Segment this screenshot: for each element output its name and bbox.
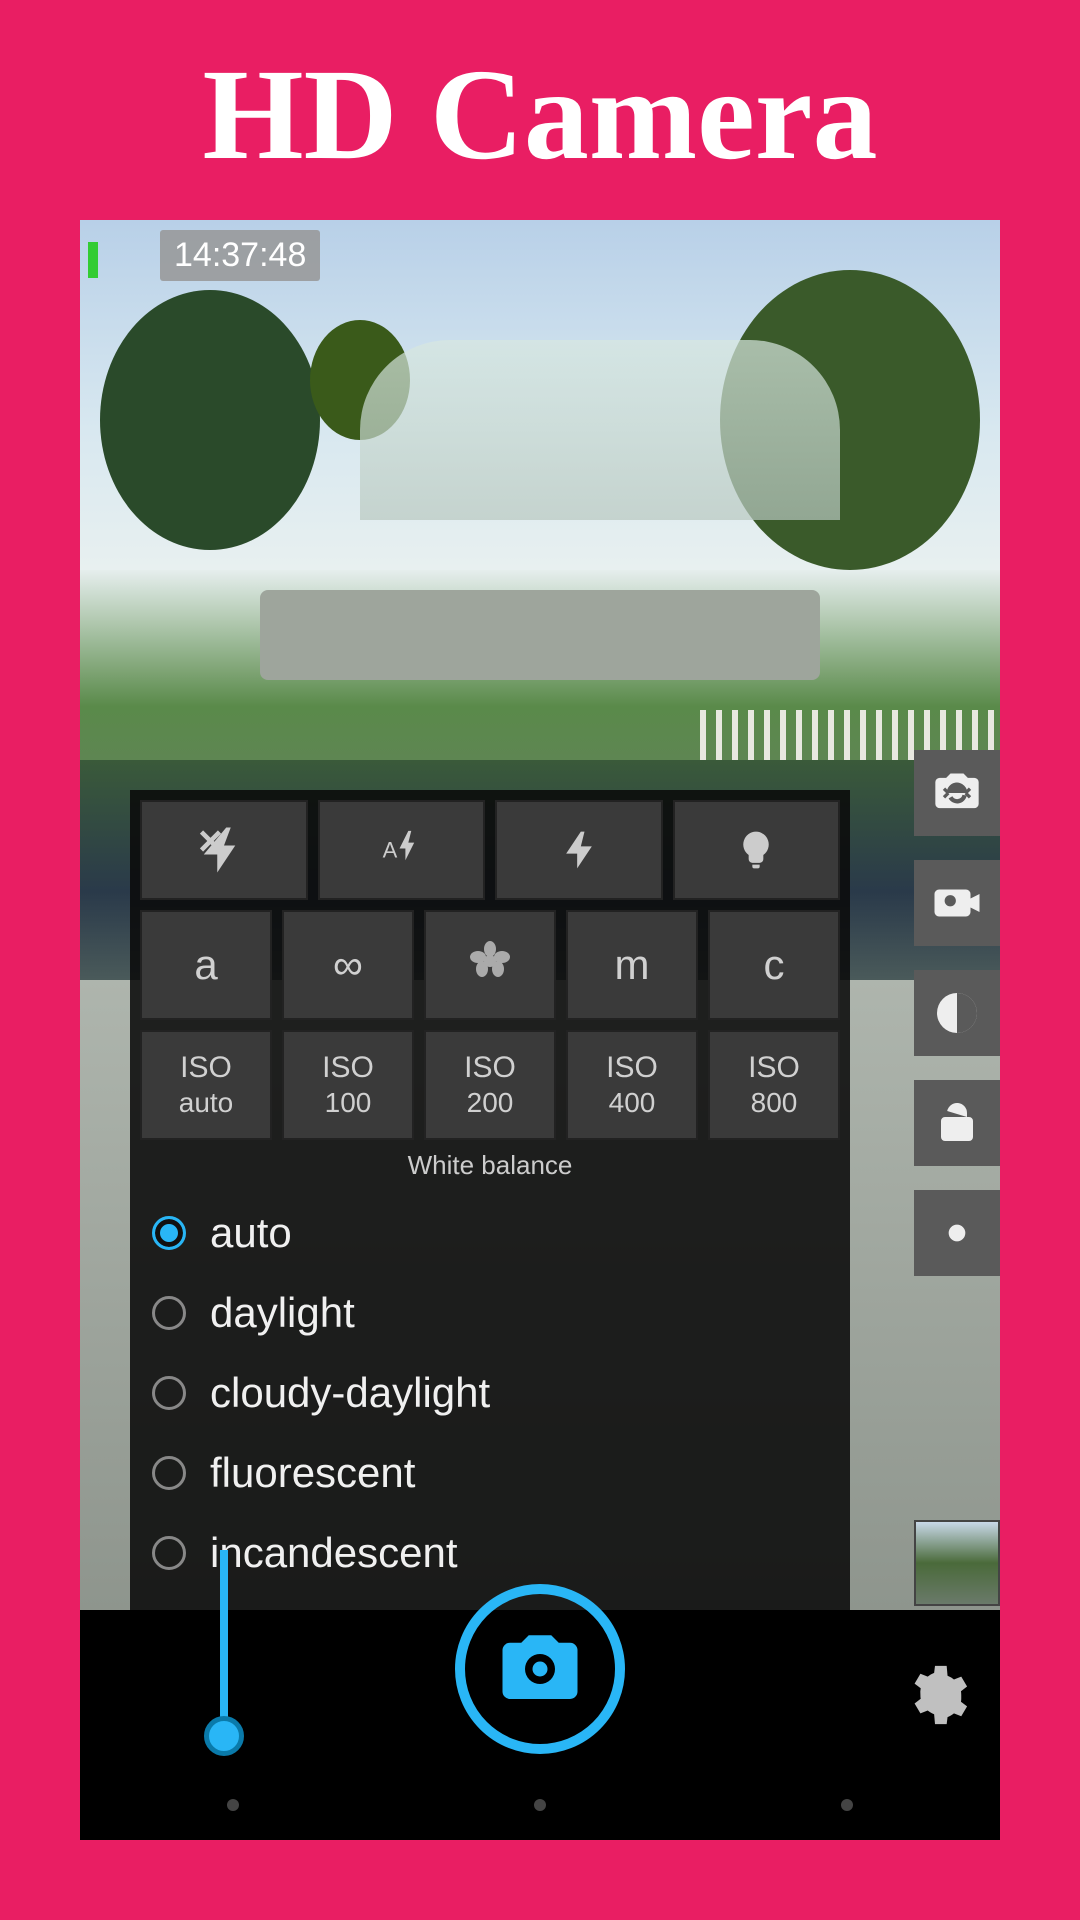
bottom-bar — [80, 1610, 1000, 1840]
side-toolbar — [914, 750, 1000, 1276]
timer-display: 14:37:48 — [160, 230, 320, 281]
iso-auto-button[interactable]: ISOauto — [140, 1030, 272, 1140]
flower-icon — [466, 941, 514, 989]
level-indicator — [88, 242, 98, 278]
lock-button[interactable] — [914, 1080, 1000, 1166]
unlock-icon — [933, 1099, 981, 1147]
focus-macro-button[interactable] — [424, 910, 556, 1020]
settings-button[interactable] — [900, 1660, 970, 1730]
flash-on-icon — [557, 828, 601, 872]
switch-camera-button[interactable] — [914, 750, 1000, 836]
bulb-icon — [734, 828, 778, 872]
flash-off-icon — [197, 823, 251, 877]
wb-option-daylight[interactable]: daylight — [152, 1273, 840, 1353]
flash-auto-icon: A — [379, 828, 423, 872]
svg-text:A: A — [383, 837, 398, 862]
iso-100-button[interactable]: ISO100 — [282, 1030, 414, 1140]
android-nav-bar — [80, 1770, 1000, 1840]
camera-app-screen: 14:37:48 A — [80, 220, 1000, 1840]
iso-400-button[interactable]: ISO400 — [566, 1030, 698, 1140]
photo-video-mode-button[interactable] — [914, 860, 1000, 946]
nav-recent-button[interactable] — [841, 1799, 853, 1811]
tree-bg — [100, 290, 320, 550]
focus-infinity-button[interactable]: ∞ — [282, 910, 414, 1020]
camera-video-icon — [930, 876, 984, 930]
iso-800-button[interactable]: ISO800 — [708, 1030, 840, 1140]
shutter-button[interactable] — [455, 1584, 625, 1754]
exposure-icon — [933, 989, 981, 1037]
flash-off-button[interactable] — [140, 800, 308, 900]
nav-home-button[interactable] — [534, 1799, 546, 1811]
dot-icon — [937, 1213, 977, 1253]
iso-200-button[interactable]: ISO200 — [424, 1030, 556, 1140]
gallery-thumbnail-button[interactable] — [914, 1520, 1000, 1606]
camera-settings-panel: A a ∞ — [130, 790, 850, 1610]
exposure-button[interactable] — [914, 970, 1000, 1056]
fountain-bg — [260, 590, 820, 680]
focus-auto-button[interactable]: a — [140, 910, 272, 1020]
radio-selected-icon — [152, 1216, 186, 1250]
page-title: HD Camera — [0, 0, 1080, 220]
greenhouse-bg — [360, 340, 840, 520]
camera-icon — [495, 1624, 585, 1714]
gear-icon — [900, 1660, 970, 1730]
white-balance-list: auto daylight cloudy-daylight fluorescen… — [140, 1193, 840, 1593]
wb-option-fluorescent[interactable]: fluorescent — [152, 1433, 840, 1513]
focus-continuous-button[interactable]: c — [708, 910, 840, 1020]
radio-icon — [152, 1376, 186, 1410]
radio-icon — [152, 1456, 186, 1490]
white-balance-heading: White balance — [140, 1150, 840, 1181]
radio-icon — [152, 1536, 186, 1570]
flash-auto-button[interactable]: A — [318, 800, 486, 900]
torch-button[interactable] — [673, 800, 841, 900]
switch-camera-icon — [931, 767, 983, 819]
flash-on-button[interactable] — [495, 800, 663, 900]
wb-option-incandescent[interactable]: incandescent — [152, 1513, 840, 1593]
color-effect-button[interactable] — [914, 1190, 1000, 1276]
wb-option-auto[interactable]: auto — [152, 1193, 840, 1273]
zoom-slider-knob[interactable] — [204, 1716, 244, 1756]
wb-option-cloudy-daylight[interactable]: cloudy-daylight — [152, 1353, 840, 1433]
nav-back-button[interactable] — [227, 1799, 239, 1811]
focus-manual-button[interactable]: m — [566, 910, 698, 1020]
radio-icon — [152, 1296, 186, 1330]
